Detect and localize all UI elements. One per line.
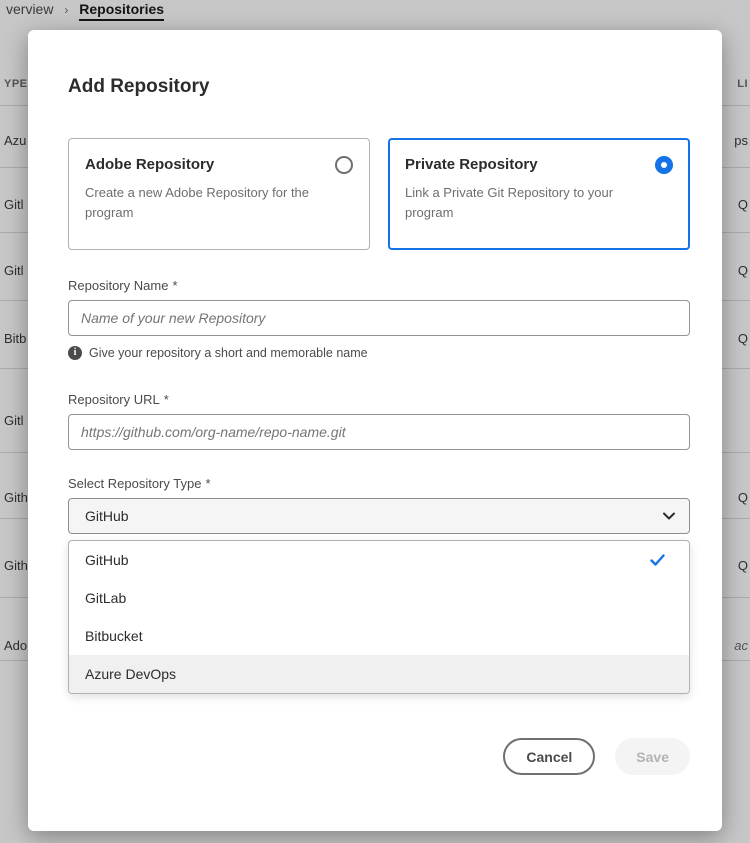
- selected-value: GitHub: [85, 508, 129, 524]
- card-title: Adobe Repository: [85, 156, 214, 173]
- card-description: Link a Private Git Repository to your pr…: [405, 183, 645, 223]
- repository-name-help: i Give your repository a short and memor…: [68, 346, 690, 360]
- dropdown-option-azure-devops[interactable]: Azure DevOps: [69, 655, 689, 693]
- radio-unselected[interactable]: [335, 156, 353, 174]
- option-label: Bitbucket: [85, 628, 143, 644]
- dialog-title: Add Repository: [68, 76, 690, 98]
- screen: verview › Repositories YPE Azu Gitl Gitl…: [0, 0, 750, 843]
- dialog-footer: Cancel Save: [68, 738, 690, 775]
- dropdown-option-github[interactable]: GitHub: [69, 541, 689, 579]
- repository-type-select[interactable]: GitHub: [68, 498, 690, 534]
- cancel-button[interactable]: Cancel: [503, 738, 595, 775]
- repository-url-input[interactable]: [68, 414, 690, 450]
- repository-url-label: Repository URL *: [68, 392, 690, 407]
- save-button[interactable]: Save: [615, 738, 690, 775]
- label-text: Repository URL: [68, 392, 160, 407]
- option-label: Azure DevOps: [85, 666, 176, 682]
- card-description: Create a new Adobe Repository for the pr…: [85, 183, 325, 223]
- repository-type-label: Select Repository Type *: [68, 476, 690, 491]
- card-title: Private Repository: [405, 156, 538, 173]
- dropdown-option-bitbucket[interactable]: Bitbucket: [69, 617, 689, 655]
- required-asterisk: *: [172, 278, 177, 293]
- chevron-down-icon: [663, 512, 675, 520]
- private-repository-card[interactable]: Private Repository Link a Private Git Re…: [388, 138, 690, 250]
- label-text: Repository Name: [68, 278, 168, 293]
- repository-option-cards: Adobe Repository Create a new Adobe Repo…: [68, 138, 690, 250]
- option-label: GitLab: [85, 590, 126, 606]
- repository-name-label: Repository Name *: [68, 278, 690, 293]
- help-text: Give your repository a short and memorab…: [89, 346, 368, 360]
- adobe-repository-card[interactable]: Adobe Repository Create a new Adobe Repo…: [68, 138, 370, 250]
- required-asterisk: *: [164, 392, 169, 407]
- dropdown-option-gitlab[interactable]: GitLab: [69, 579, 689, 617]
- option-label: GitHub: [85, 552, 129, 568]
- radio-selected[interactable]: [655, 156, 673, 174]
- repository-name-input[interactable]: [68, 300, 690, 336]
- checkmark-icon: [650, 554, 665, 566]
- repository-type-dropdown: GitHub GitLab Bitbucket Azure DevOps: [68, 540, 690, 694]
- required-asterisk: *: [205, 476, 210, 491]
- add-repository-dialog: Add Repository Adobe Repository Create a…: [28, 30, 722, 831]
- info-icon: i: [68, 346, 82, 360]
- label-text: Select Repository Type: [68, 476, 201, 491]
